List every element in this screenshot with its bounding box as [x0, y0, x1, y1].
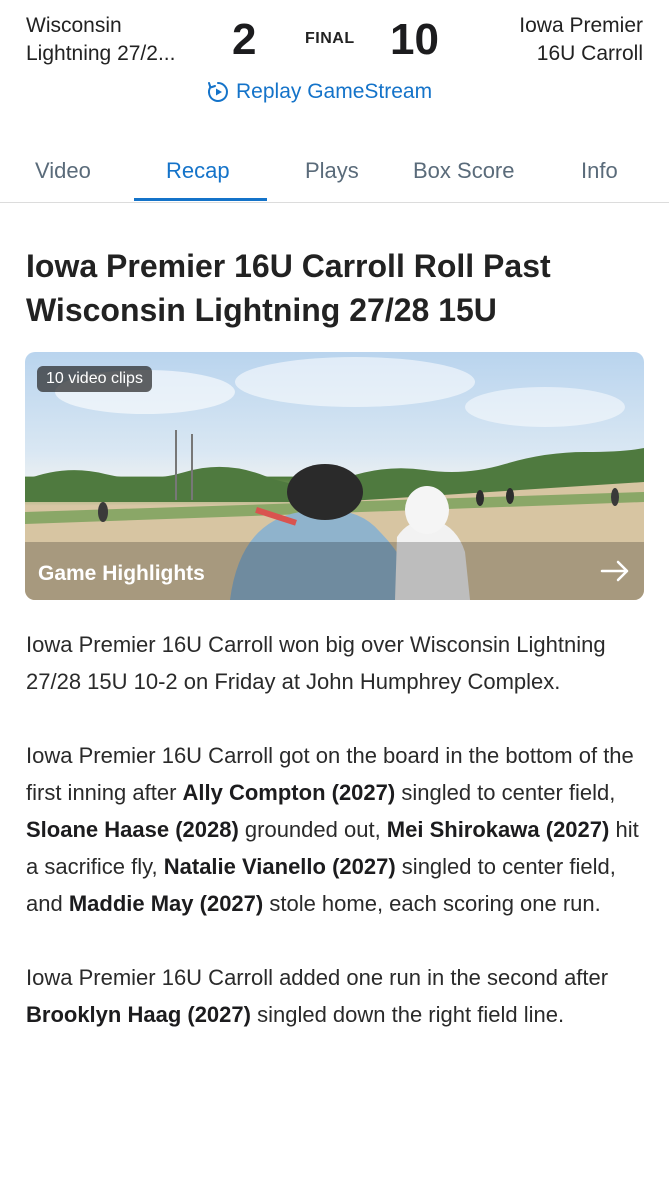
arrow-right-icon[interactable]	[600, 560, 630, 582]
home-team-name[interactable]: Iowa Premier 16U Carroll	[519, 12, 643, 68]
article-headline: Iowa Premier 16U Carroll Roll Past Wisco…	[26, 248, 551, 328]
replay-clock-icon	[208, 82, 228, 102]
player-name-sloane-haase[interactable]: Sloane Haase (2028)	[26, 817, 239, 842]
game-highlights-video[interactable]: 10 video clips Game Highlights	[25, 352, 644, 600]
video-title: Game Highlights	[38, 562, 205, 585]
article-body: Iowa Premier 16U Carroll won big over Wi…	[26, 626, 646, 1070]
scoreboard: Wisconsin Lightning 27/2... 2 FINAL 10 I…	[0, 0, 669, 120]
away-team-name[interactable]: Wisconsin Lightning 27/2...	[26, 12, 175, 68]
paragraph-1: Iowa Premier 16U Carroll won big over Wi…	[26, 632, 606, 694]
home-score: 10	[390, 15, 439, 64]
player-name-natalie-vianello[interactable]: Natalie Vianello (2027)	[164, 854, 396, 879]
paragraph-3: Iowa Premier 16U Carroll added one run i…	[26, 959, 646, 1033]
video-clips-badge: 10 video clips	[37, 366, 152, 392]
home-team-line2: 16U Carroll	[536, 42, 643, 65]
text-span: singled to center field,	[395, 780, 616, 805]
player-name-brooklyn-haag[interactable]: Brooklyn Haag (2027)	[26, 1002, 251, 1027]
away-team-line2: Lightning 27/2...	[26, 42, 176, 65]
player-name-ally-compton[interactable]: Ally Compton (2027)	[183, 780, 396, 805]
text-span: singled down the right field line.	[250, 1002, 565, 1027]
tab-video[interactable]: Video	[35, 158, 91, 184]
replay-label: Replay GameStream	[236, 80, 433, 103]
active-tab-indicator	[134, 198, 267, 201]
tab-plays[interactable]: Plays	[305, 158, 359, 184]
away-team-line1: Wisconsin	[26, 14, 122, 37]
away-score: 2	[232, 15, 257, 64]
home-team-line1: Iowa Premier	[519, 14, 643, 37]
paragraph-2: Iowa Premier 16U Carroll got on the boar…	[26, 737, 646, 922]
text-span: stole home, each scoring one run.	[263, 891, 601, 916]
player-name-maddie-may[interactable]: Maddie May (2027)	[69, 891, 263, 916]
tab-recap[interactable]: Recap	[166, 158, 230, 184]
tab-box-score[interactable]: Box Score	[413, 158, 515, 184]
text-span: grounded out,	[238, 817, 387, 842]
replay-gamestream-link[interactable]: Replay GameStream	[206, 80, 432, 104]
tab-info[interactable]: Info	[581, 158, 618, 184]
tab-bar: Video Recap Plays Box Score Info	[0, 120, 669, 203]
text-span: Iowa Premier 16U Carroll added one run i…	[26, 965, 609, 990]
game-status: FINAL	[305, 30, 355, 47]
player-name-mei-shirokawa[interactable]: Mei Shirokawa (2027)	[387, 817, 610, 842]
